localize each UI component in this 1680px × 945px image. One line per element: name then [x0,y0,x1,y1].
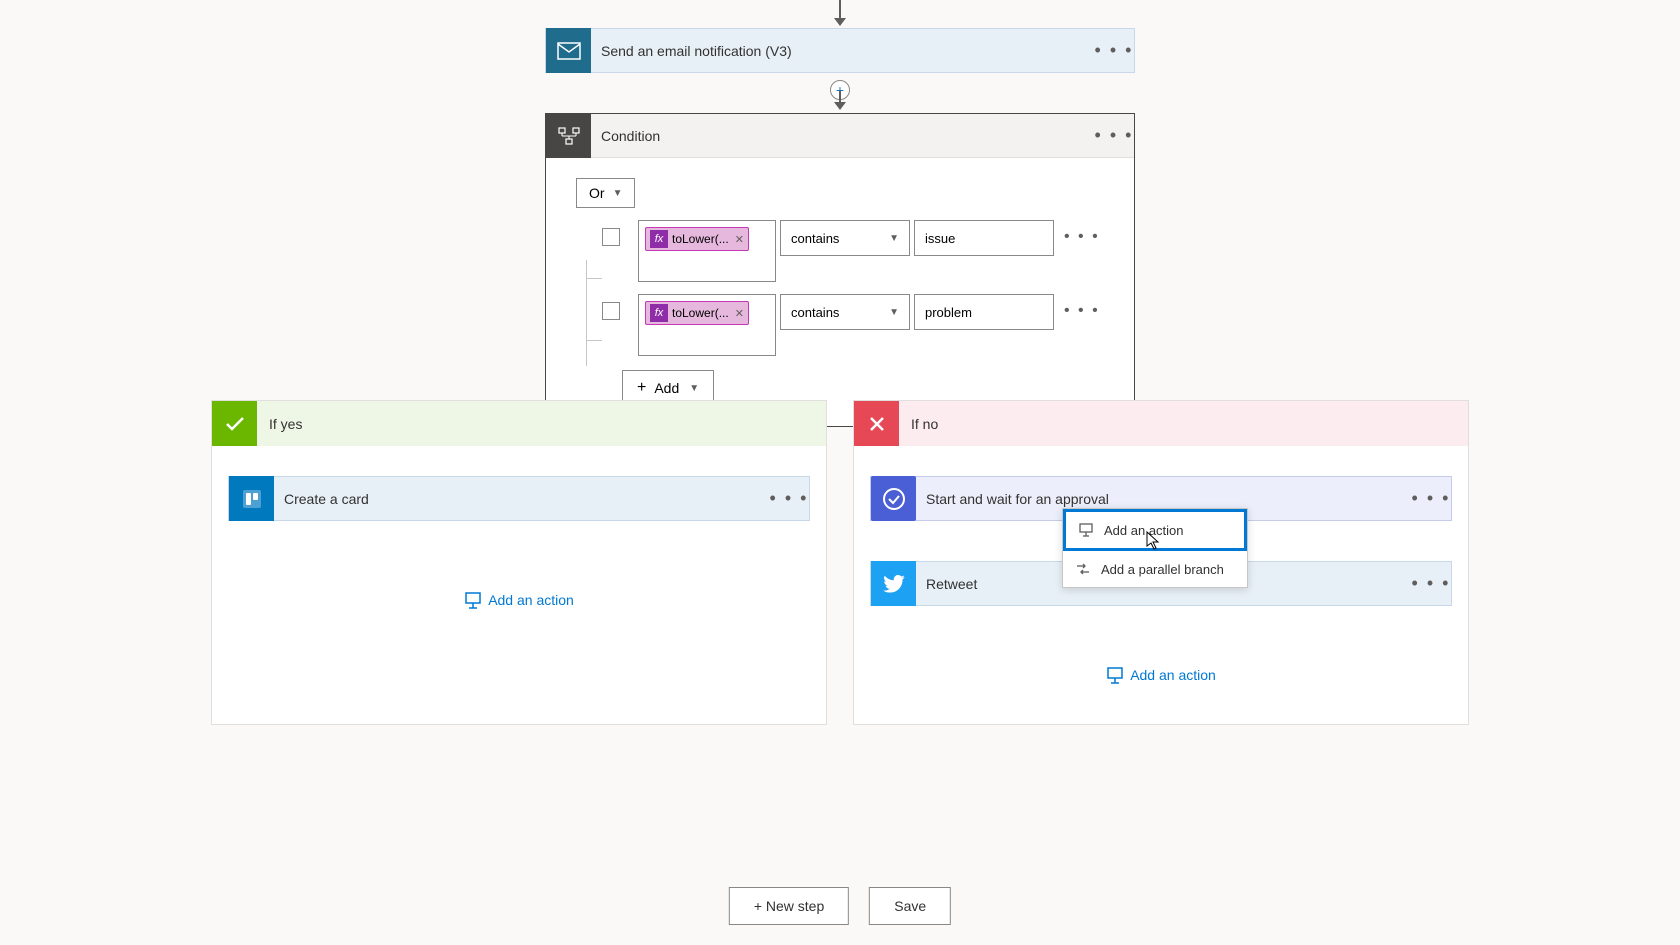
check-icon [212,401,257,446]
condition-row: fx toLower(... ✕ contains ▼ • • • [602,220,1104,282]
fx-pill: fx toLower(... ✕ [645,227,749,251]
action-email-title: Send an email notification (V3) [591,43,1094,59]
cursor-icon [1144,530,1162,552]
arrow-down-icon [830,90,850,112]
chevron-down-icon: ▼ [613,188,623,199]
action-menu-button[interactable]: • • • [1411,488,1451,509]
add-action-button[interactable]: Add an action [870,666,1452,684]
action-menu-button[interactable]: • • • [769,488,809,509]
branch-yes-header[interactable]: If yes [212,401,826,446]
parallel-branch-icon [1075,561,1091,577]
arrow-down-icon [830,0,850,28]
value-input[interactable] [914,220,1054,256]
fx-icon: fx [650,230,668,248]
action-trello[interactable]: Create a card • • • [228,476,810,521]
remove-expression-button[interactable]: ✕ [735,307,744,320]
action-approval-title: Start and wait for an approval [916,491,1411,507]
add-action-icon [1106,666,1124,684]
new-step-button[interactable]: + New step [729,887,849,925]
branch-no-title: If no [899,416,938,432]
action-menu-button[interactable]: • • • [1094,40,1134,61]
close-icon [854,401,899,446]
remove-expression-button[interactable]: ✕ [735,233,744,246]
chevron-down-icon: ▼ [689,383,699,394]
expression-input[interactable]: fx toLower(... ✕ [638,220,776,282]
action-menu-button[interactable]: • • • [1411,573,1451,594]
condition-row: fx toLower(... ✕ contains ▼ • • • [602,294,1104,356]
action-trello-title: Create a card [274,491,769,507]
branch-no: If no Start and wait for an approval • •… [853,400,1469,725]
branch-yes: If yes Create a card • • • Add an action [211,400,827,725]
twitter-icon [871,561,916,606]
chevron-down-icon: ▼ [889,307,899,318]
add-action-icon [464,591,482,609]
row-menu-button[interactable]: • • • [1064,228,1100,246]
expression-input[interactable]: fx toLower(... ✕ [638,294,776,356]
chevron-down-icon: ▼ [889,233,899,244]
plus-icon: + [637,379,646,397]
condition-title: Condition [591,128,1094,144]
row-checkbox[interactable] [602,302,620,320]
condition-card: Condition • • • Or ▼ fx toLower(... [545,113,1135,427]
mail-icon [546,28,591,73]
row-checkbox[interactable] [602,228,620,246]
operator-dropdown[interactable]: contains ▼ [780,294,910,330]
branch-no-header[interactable]: If no [854,401,1468,446]
fx-icon: fx [650,304,668,322]
save-button[interactable]: Save [869,887,951,925]
row-menu-button[interactable]: • • • [1064,302,1100,320]
operator-dropdown[interactable]: contains ▼ [780,220,910,256]
condition-header[interactable]: Condition • • • [546,114,1134,158]
condition-icon [546,113,591,158]
action-email[interactable]: Send an email notification (V3) • • • [545,28,1135,73]
logic-label: Or [589,185,605,201]
trello-icon [229,476,274,521]
value-input[interactable] [914,294,1054,330]
logic-dropdown[interactable]: Or ▼ [576,178,635,208]
condition-menu-button[interactable]: • • • [1094,125,1134,146]
add-action-button[interactable]: Add an action [228,591,810,609]
approval-icon [871,476,916,521]
fx-pill: fx toLower(... ✕ [645,301,749,325]
popup-add-parallel[interactable]: Add a parallel branch [1063,551,1247,587]
add-action-icon [1078,522,1094,538]
branch-yes-title: If yes [257,416,302,432]
